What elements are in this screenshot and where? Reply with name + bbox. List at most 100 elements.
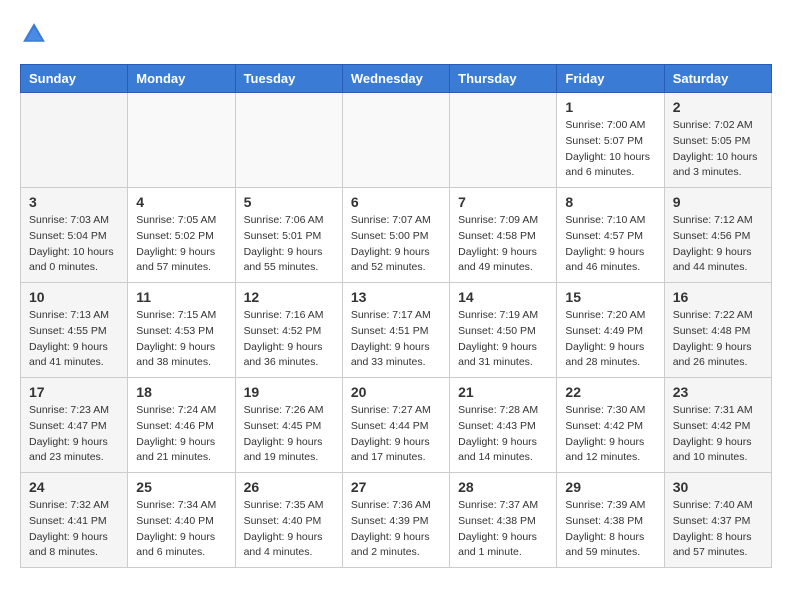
day-number: 23 [673,384,763,400]
day-number: 4 [136,194,226,210]
calendar-week-row: 24 Sunrise: 7:32 AM Sunset: 4:41 PM Dayli… [21,473,772,568]
calendar-cell [21,93,128,188]
day-info: Sunrise: 7:17 AM Sunset: 4:51 PM Dayligh… [351,308,441,371]
day-number: 29 [565,479,655,495]
day-number: 15 [565,289,655,305]
day-info: Sunrise: 7:24 AM Sunset: 4:46 PM Dayligh… [136,403,226,466]
day-number: 9 [673,194,763,210]
day-number: 5 [244,194,334,210]
day-info: Sunrise: 7:13 AM Sunset: 4:55 PM Dayligh… [29,308,119,371]
day-number: 13 [351,289,441,305]
calendar-cell: 20 Sunrise: 7:27 AM Sunset: 4:44 PM Dayli… [342,378,449,473]
day-info: Sunrise: 7:40 AM Sunset: 4:37 PM Dayligh… [673,498,763,561]
day-number: 8 [565,194,655,210]
day-info: Sunrise: 7:37 AM Sunset: 4:38 PM Dayligh… [458,498,548,561]
day-info: Sunrise: 7:34 AM Sunset: 4:40 PM Dayligh… [136,498,226,561]
calendar-cell: 29 Sunrise: 7:39 AM Sunset: 4:38 PM Dayli… [557,473,664,568]
calendar-weekday-monday: Monday [128,65,235,93]
calendar-cell: 19 Sunrise: 7:26 AM Sunset: 4:45 PM Dayli… [235,378,342,473]
day-number: 25 [136,479,226,495]
calendar-cell [128,93,235,188]
calendar-cell: 7 Sunrise: 7:09 AM Sunset: 4:58 PM Daylig… [450,188,557,283]
day-info: Sunrise: 7:12 AM Sunset: 4:56 PM Dayligh… [673,213,763,276]
calendar-cell: 2Sunrise: 7:02 AM Sunset: 5:05 PM Daylig… [664,93,771,188]
day-info: Sunrise: 7:30 AM Sunset: 4:42 PM Dayligh… [565,403,655,466]
calendar-weekday-wednesday: Wednesday [342,65,449,93]
page-header [20,20,772,48]
day-number: 14 [458,289,548,305]
calendar-weekday-saturday: Saturday [664,65,771,93]
day-info: Sunrise: 7:10 AM Sunset: 4:57 PM Dayligh… [565,213,655,276]
day-number: 1 [565,99,655,115]
calendar-cell: 8 Sunrise: 7:10 AM Sunset: 4:57 PM Daylig… [557,188,664,283]
day-info: Sunrise: 7:02 AM Sunset: 5:05 PM Dayligh… [673,118,763,181]
day-number: 3 [29,194,119,210]
calendar-cell: 11Sunrise: 7:15 AM Sunset: 4:53 PM Dayli… [128,283,235,378]
day-info: Sunrise: 7:15 AM Sunset: 4:53 PM Dayligh… [136,308,226,371]
day-number: 30 [673,479,763,495]
calendar-cell: 14 Sunrise: 7:19 AM Sunset: 4:50 PM Dayli… [450,283,557,378]
calendar-cell: 30 Sunrise: 7:40 AM Sunset: 4:37 PM Dayli… [664,473,771,568]
calendar-cell [450,93,557,188]
day-info: Sunrise: 7:06 AM Sunset: 5:01 PM Dayligh… [244,213,334,276]
day-info: Sunrise: 7:32 AM Sunset: 4:41 PM Dayligh… [29,498,119,561]
calendar-week-row: 3 Sunrise: 7:03 AM Sunset: 5:04 PM Daylig… [21,188,772,283]
calendar-cell: 1 Sunrise: 7:00 AM Sunset: 5:07 PM Daylig… [557,93,664,188]
calendar-table: SundayMondayTuesdayWednesdayThursdayFrid… [20,64,772,568]
day-number: 20 [351,384,441,400]
logo-icon [20,20,48,48]
day-info: Sunrise: 7:26 AM Sunset: 4:45 PM Dayligh… [244,403,334,466]
day-info: Sunrise: 7:16 AM Sunset: 4:52 PM Dayligh… [244,308,334,371]
calendar-week-row: 10Sunrise: 7:13 AM Sunset: 4:55 PM Dayli… [21,283,772,378]
day-info: Sunrise: 7:23 AM Sunset: 4:47 PM Dayligh… [29,403,119,466]
calendar-weekday-friday: Friday [557,65,664,93]
calendar-week-row: 1 Sunrise: 7:00 AM Sunset: 5:07 PM Daylig… [21,93,772,188]
day-number: 27 [351,479,441,495]
calendar-cell: 24 Sunrise: 7:32 AM Sunset: 4:41 PM Dayli… [21,473,128,568]
day-number: 6 [351,194,441,210]
calendar-cell: 12 Sunrise: 7:16 AM Sunset: 4:52 PM Dayli… [235,283,342,378]
calendar-cell: 22 Sunrise: 7:30 AM Sunset: 4:42 PM Dayli… [557,378,664,473]
calendar-cell: 15Sunrise: 7:20 AM Sunset: 4:49 PM Dayli… [557,283,664,378]
calendar-weekday-sunday: Sunday [21,65,128,93]
calendar-cell: 27 Sunrise: 7:36 AM Sunset: 4:39 PM Dayli… [342,473,449,568]
day-number: 24 [29,479,119,495]
day-number: 18 [136,384,226,400]
day-info: Sunrise: 7:00 AM Sunset: 5:07 PM Dayligh… [565,118,655,181]
day-info: Sunrise: 7:05 AM Sunset: 5:02 PM Dayligh… [136,213,226,276]
day-info: Sunrise: 7:39 AM Sunset: 4:38 PM Dayligh… [565,498,655,561]
calendar-weekday-tuesday: Tuesday [235,65,342,93]
calendar-week-row: 17 Sunrise: 7:23 AM Sunset: 4:47 PM Dayli… [21,378,772,473]
calendar-cell: 26Sunrise: 7:35 AM Sunset: 4:40 PM Dayli… [235,473,342,568]
day-info: Sunrise: 7:22 AM Sunset: 4:48 PM Dayligh… [673,308,763,371]
day-number: 22 [565,384,655,400]
day-number: 21 [458,384,548,400]
day-info: Sunrise: 7:31 AM Sunset: 4:42 PM Dayligh… [673,403,763,466]
calendar-cell: 28 Sunrise: 7:37 AM Sunset: 4:38 PM Dayli… [450,473,557,568]
calendar-cell: 10Sunrise: 7:13 AM Sunset: 4:55 PM Dayli… [21,283,128,378]
day-number: 19 [244,384,334,400]
calendar-cell: 21Sunrise: 7:28 AM Sunset: 4:43 PM Dayli… [450,378,557,473]
calendar-cell: 23 Sunrise: 7:31 AM Sunset: 4:42 PM Dayli… [664,378,771,473]
day-info: Sunrise: 7:36 AM Sunset: 4:39 PM Dayligh… [351,498,441,561]
calendar-cell [342,93,449,188]
day-number: 28 [458,479,548,495]
calendar-cell: 16 Sunrise: 7:22 AM Sunset: 4:48 PM Dayli… [664,283,771,378]
day-info: Sunrise: 7:19 AM Sunset: 4:50 PM Dayligh… [458,308,548,371]
calendar-cell: 18 Sunrise: 7:24 AM Sunset: 4:46 PM Dayli… [128,378,235,473]
calendar-weekday-thursday: Thursday [450,65,557,93]
day-number: 26 [244,479,334,495]
calendar-cell: 6 Sunrise: 7:07 AM Sunset: 5:00 PM Daylig… [342,188,449,283]
day-info: Sunrise: 7:27 AM Sunset: 4:44 PM Dayligh… [351,403,441,466]
calendar-cell: 4 Sunrise: 7:05 AM Sunset: 5:02 PM Daylig… [128,188,235,283]
calendar-header-row: SundayMondayTuesdayWednesdayThursdayFrid… [21,65,772,93]
day-number: 12 [244,289,334,305]
day-info: Sunrise: 7:07 AM Sunset: 5:00 PM Dayligh… [351,213,441,276]
calendar-cell: 25 Sunrise: 7:34 AM Sunset: 4:40 PM Dayli… [128,473,235,568]
day-info: Sunrise: 7:09 AM Sunset: 4:58 PM Dayligh… [458,213,548,276]
day-number: 16 [673,289,763,305]
day-info: Sunrise: 7:03 AM Sunset: 5:04 PM Dayligh… [29,213,119,276]
calendar-cell [235,93,342,188]
day-number: 17 [29,384,119,400]
day-number: 7 [458,194,548,210]
